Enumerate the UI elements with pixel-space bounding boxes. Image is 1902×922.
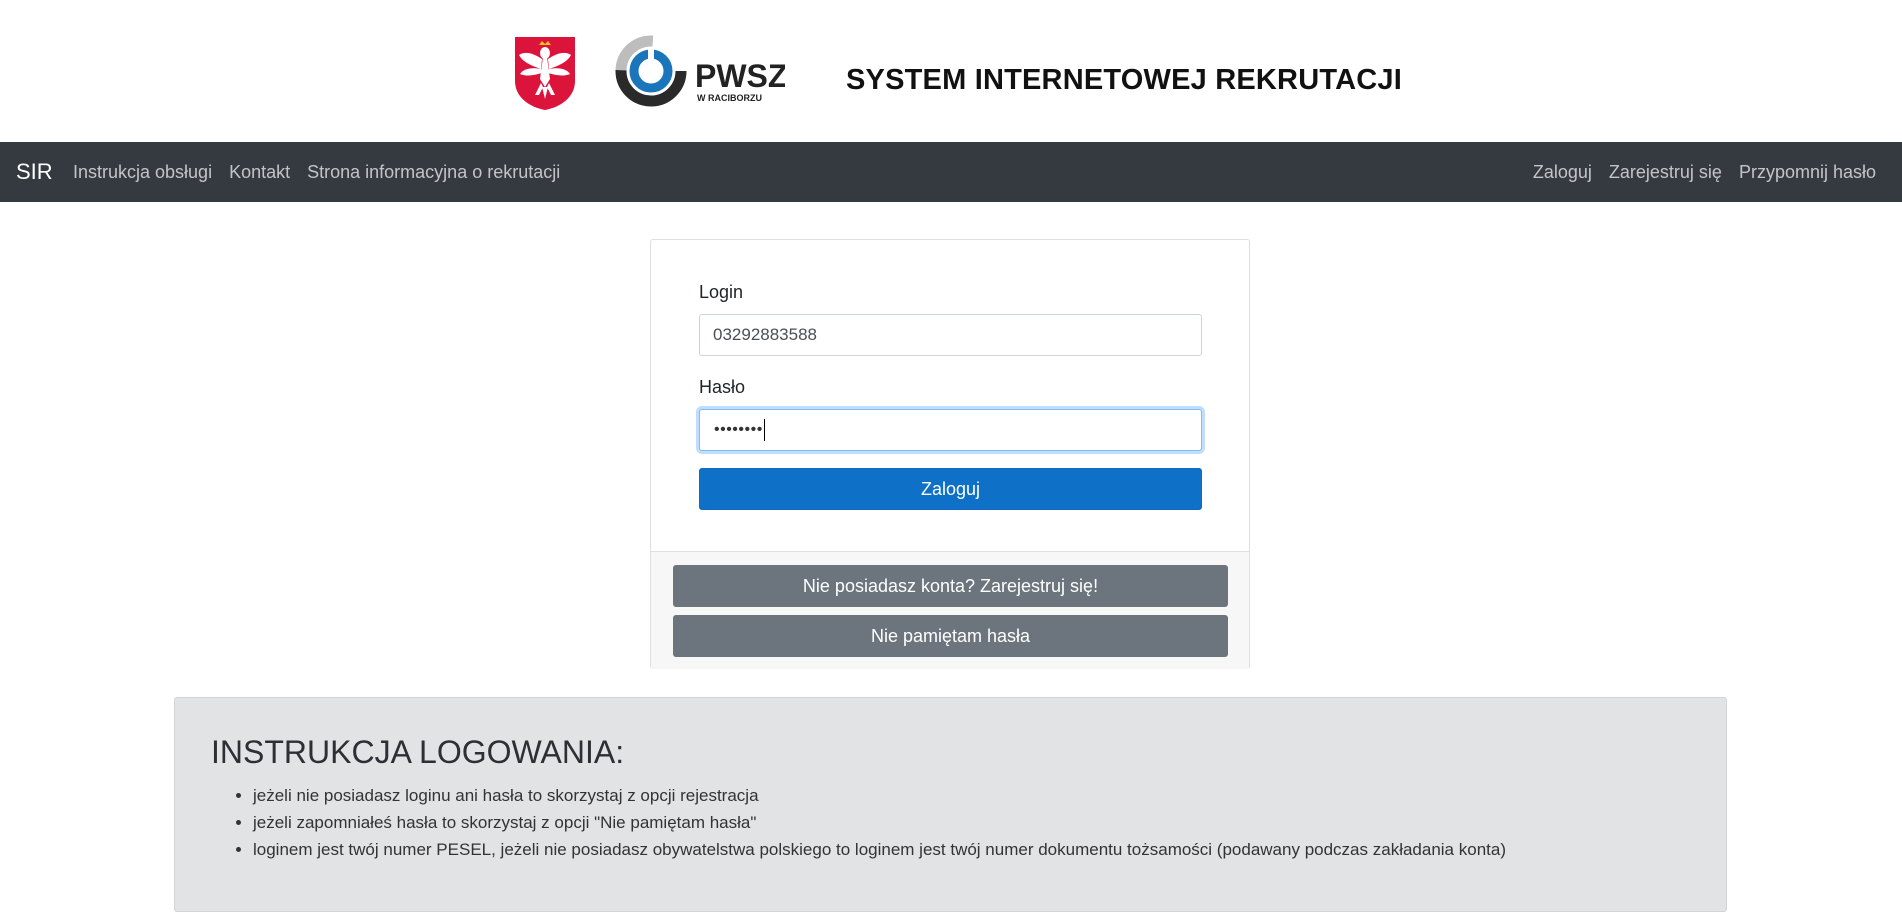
instructions-title: INSTRUKCJA LOGOWANIA: xyxy=(211,734,625,770)
password-masked-value: •••••••• xyxy=(714,421,763,439)
password-label: Hasło xyxy=(699,377,746,397)
login-input[interactable] xyxy=(699,314,1202,356)
password-input[interactable]: •••••••• xyxy=(699,409,1202,451)
login-submit-button[interactable]: Zaloguj xyxy=(699,468,1202,510)
svg-text:W RACIBORZU: W RACIBORZU xyxy=(697,93,762,103)
login-form: Login Hasło •••••••• Zaloguj xyxy=(651,240,1249,550)
nav-right-group: Zaloguj Zarejestruj się Przypomnij hasło xyxy=(1516,162,1876,183)
list-item: loginem jest twój numer PESEL, jeżeli ni… xyxy=(253,836,1506,863)
nav-link-recruitment-info[interactable]: Strona informacyjna o rekrutacji xyxy=(307,162,560,183)
instructions-list: jeżeli nie posiadasz loginu ani hasła to… xyxy=(219,782,1506,863)
nav-left-group: Instrukcja obsługi Kontakt Strona inform… xyxy=(73,162,577,183)
text-caret xyxy=(763,419,765,441)
login-label: Login xyxy=(699,282,744,302)
navbar-brand[interactable]: SIR xyxy=(16,159,53,185)
nav-link-contact[interactable]: Kontakt xyxy=(229,162,290,183)
list-item: jeżeli zapomniałeś hasła to skorzystaj z… xyxy=(253,809,1506,836)
top-navbar: SIR Instrukcja obsługi Kontakt Strona in… xyxy=(0,142,1902,202)
nav-link-login[interactable]: Zaloguj xyxy=(1533,162,1592,183)
register-button[interactable]: Nie posiadasz konta? Zarejestruj się! xyxy=(673,565,1228,607)
login-instructions-panel: INSTRUKCJA LOGOWANIA: jeżeli nie posiada… xyxy=(174,697,1727,912)
site-title: SYSTEM INTERNETOWEJ REKRUTACJI xyxy=(846,64,1402,96)
page-header: PWSZ W RACIBORZU SYSTEM INTERNETOWEJ REK… xyxy=(0,0,1902,142)
forgot-password-button[interactable]: Nie pamiętam hasła xyxy=(673,615,1228,657)
login-card: Login Hasło •••••••• Zaloguj Nie posiada… xyxy=(650,239,1250,669)
login-card-footer: Nie posiadasz konta? Zarejestruj się! Ni… xyxy=(651,551,1249,669)
nav-link-instructions[interactable]: Instrukcja obsługi xyxy=(73,162,212,183)
polish-eagle-emblem-icon xyxy=(515,37,575,110)
nav-link-register[interactable]: Zarejestruj się xyxy=(1609,162,1722,183)
svg-text:PWSZ: PWSZ xyxy=(695,58,785,94)
nav-link-remind-password[interactable]: Przypomnij hasło xyxy=(1739,162,1876,183)
list-item: jeżeli nie posiadasz loginu ani hasła to… xyxy=(253,782,1506,809)
pwsz-logo: PWSZ W RACIBORZU xyxy=(615,35,785,107)
